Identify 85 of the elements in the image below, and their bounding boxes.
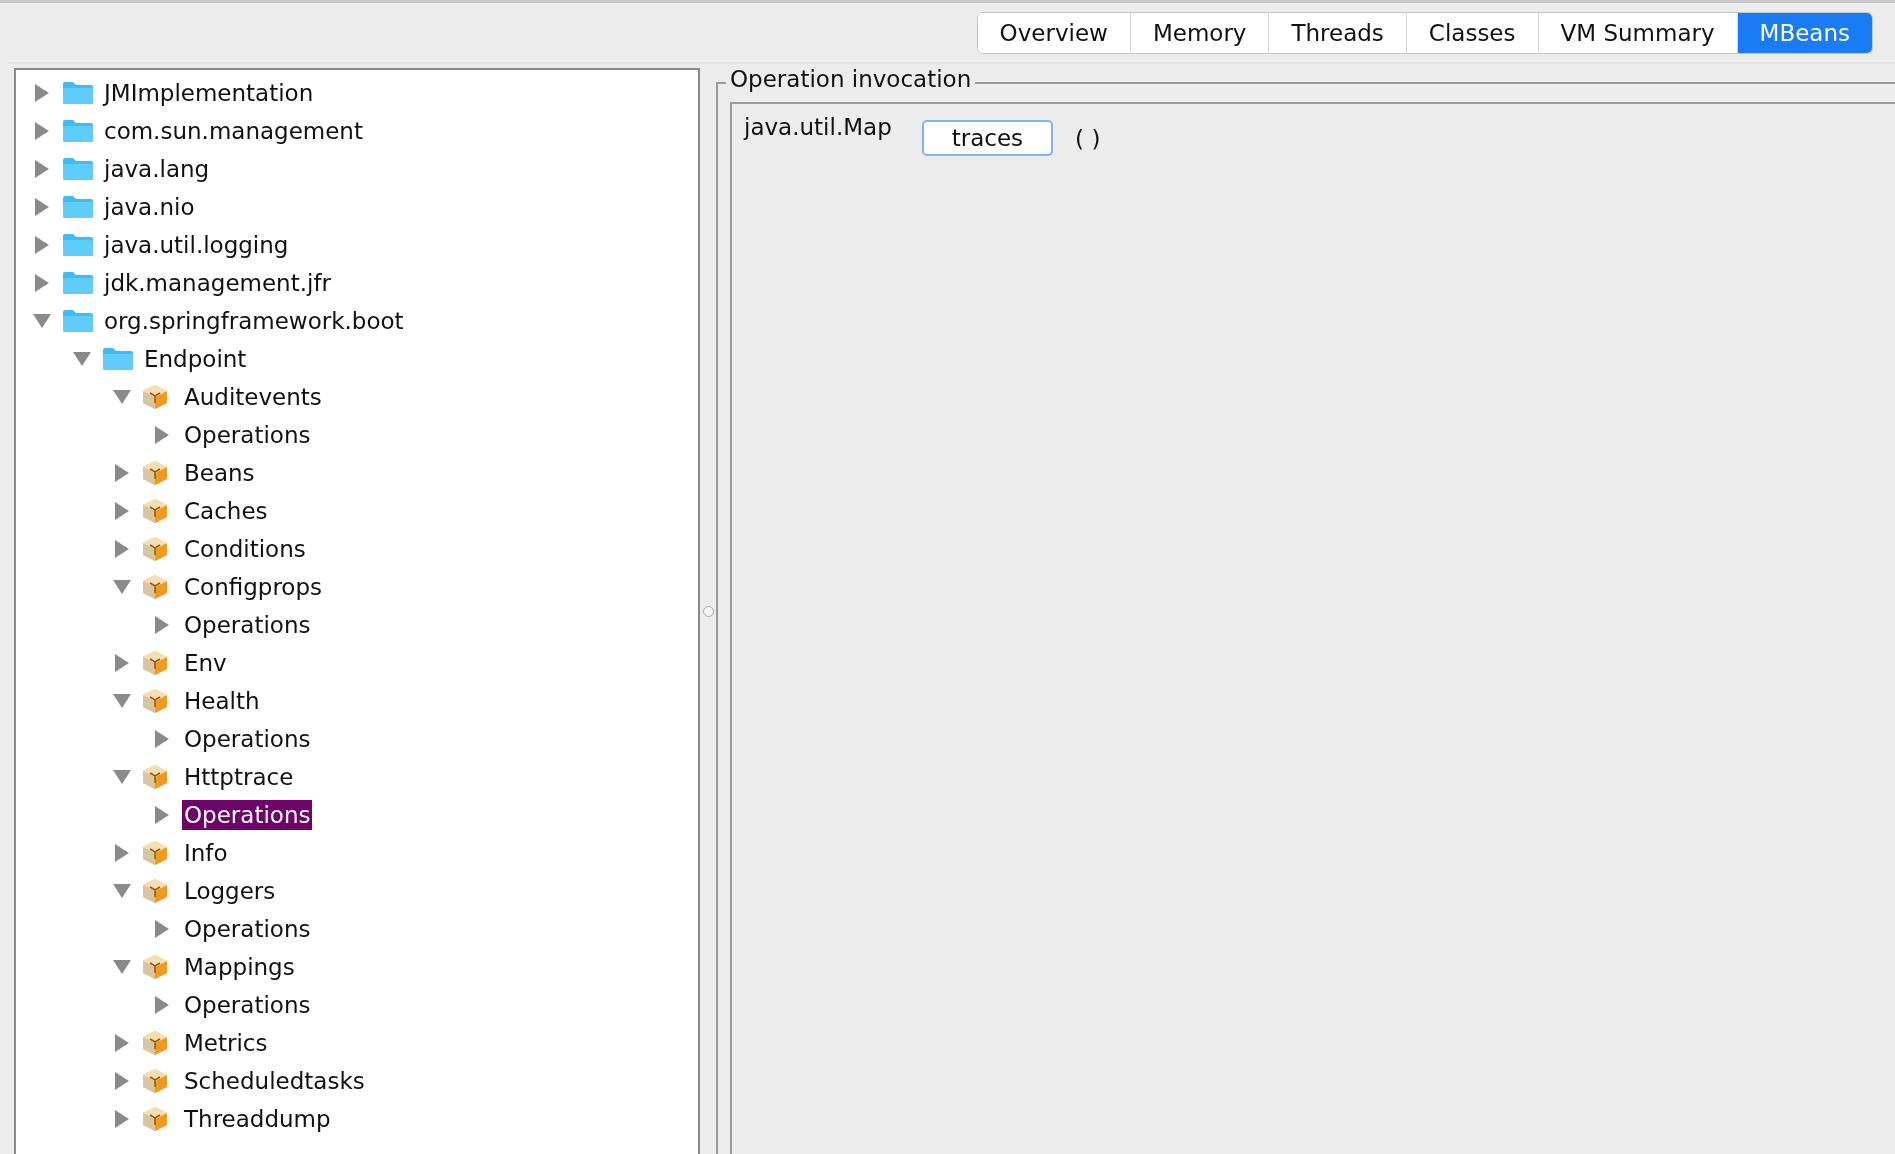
collapse-arrow-icon[interactable]: [112, 389, 132, 405]
tree-item[interactable]: Mappings: [182, 952, 297, 982]
folder-icon: [62, 195, 94, 219]
invoke-button[interactable]: traces: [921, 120, 1054, 156]
tree-item[interactable]: Info: [182, 838, 230, 868]
tree-item[interactable]: Operations: [182, 800, 313, 830]
tree-item[interactable]: Operations: [182, 420, 313, 450]
expand-arrow-icon[interactable]: [114, 463, 130, 483]
tree-item[interactable]: Metrics: [182, 1028, 270, 1058]
expand-arrow-icon[interactable]: [154, 805, 170, 825]
collapse-arrow-icon[interactable]: [112, 883, 132, 899]
collapse-arrow-icon[interactable]: [112, 769, 132, 785]
tree-item[interactable]: com.sun.management: [102, 116, 365, 146]
expand-arrow-icon[interactable]: [114, 501, 130, 521]
tree-item[interactable]: java.util.logging: [102, 230, 291, 260]
tree-item[interactable]: Beans: [182, 458, 257, 488]
folder-icon: [62, 309, 94, 333]
bean-icon: [142, 384, 168, 410]
tree-item[interactable]: Caches: [182, 496, 270, 526]
tree-item[interactable]: Operations: [182, 610, 313, 640]
expand-arrow-icon[interactable]: [114, 1033, 130, 1053]
split-handle-icon[interactable]: [702, 605, 714, 617]
tab[interactable]: MBeans: [1737, 13, 1872, 53]
expand-arrow-icon[interactable]: [114, 843, 130, 863]
tree-item[interactable]: org.springframework.boot: [102, 306, 406, 336]
bean-icon: [142, 498, 168, 524]
tree-item[interactable]: Endpoint: [142, 344, 249, 374]
return-type: java.util.Map: [744, 114, 892, 140]
expand-arrow-icon[interactable]: [114, 653, 130, 673]
expand-arrow-icon[interactable]: [34, 83, 50, 103]
folder-icon: [62, 271, 94, 295]
tree-item[interactable]: jdk.management.jfr: [102, 268, 333, 298]
parameter-list: ( ): [1075, 126, 1101, 152]
expand-arrow-icon[interactable]: [34, 197, 50, 217]
tree-item[interactable]: Scheduledtasks: [182, 1066, 367, 1096]
bean-icon: [142, 650, 168, 676]
bean-icon: [142, 954, 168, 980]
bean-icon: [142, 574, 168, 600]
tree-item[interactable]: java.nio: [102, 192, 197, 222]
bean-icon: [142, 764, 168, 790]
collapse-arrow-icon[interactable]: [32, 313, 52, 329]
bean-icon: [142, 536, 168, 562]
tree-item[interactable]: Auditevents: [182, 382, 324, 412]
expand-arrow-icon[interactable]: [154, 425, 170, 445]
expand-arrow-icon[interactable]: [34, 121, 50, 141]
tree-item[interactable]: Threaddump: [182, 1104, 333, 1134]
folder-icon: [62, 157, 94, 181]
tree-item[interactable]: Conditions: [182, 534, 308, 564]
tree-item[interactable]: Loggers: [182, 876, 278, 906]
expand-arrow-icon[interactable]: [34, 159, 50, 179]
expand-arrow-icon[interactable]: [154, 615, 170, 635]
expand-arrow-icon[interactable]: [34, 235, 50, 255]
tab[interactable]: Overview: [977, 13, 1131, 53]
folder-icon: [62, 119, 94, 143]
tree-item[interactable]: Operations: [182, 724, 313, 754]
tree-item[interactable]: java.lang: [102, 154, 212, 184]
bean-icon: [142, 460, 168, 486]
expand-arrow-icon[interactable]: [114, 539, 130, 559]
section-title: Operation invocation: [726, 66, 976, 92]
expand-arrow-icon[interactable]: [154, 729, 170, 749]
collapse-arrow-icon[interactable]: [112, 959, 132, 975]
bean-icon: [142, 878, 168, 904]
tree-item[interactable]: Env: [182, 648, 229, 678]
tree-item[interactable]: Httptrace: [182, 762, 296, 792]
expand-arrow-icon[interactable]: [154, 995, 170, 1015]
expand-arrow-icon[interactable]: [114, 1071, 130, 1091]
expand-arrow-icon[interactable]: [34, 273, 50, 293]
expand-arrow-icon[interactable]: [114, 1109, 130, 1129]
tree-item[interactable]: Configprops: [182, 572, 324, 602]
folder-icon: [102, 347, 134, 371]
folder-icon: [62, 233, 94, 257]
bean-icon: [142, 1030, 168, 1056]
bean-icon: [142, 688, 168, 714]
bean-icon: [142, 1068, 168, 1094]
collapse-arrow-icon[interactable]: [112, 693, 132, 709]
tree-item[interactable]: Operations: [182, 914, 313, 944]
expand-arrow-icon[interactable]: [154, 919, 170, 939]
collapse-arrow-icon[interactable]: [112, 579, 132, 595]
tree-item[interactable]: Operations: [182, 990, 313, 1020]
tree-item[interactable]: Health: [182, 686, 262, 716]
tree-item[interactable]: JMImplementation: [102, 78, 316, 108]
bean-icon: [142, 1106, 168, 1132]
collapse-arrow-icon[interactable]: [72, 351, 92, 367]
folder-icon: [62, 81, 94, 105]
bean-icon: [142, 840, 168, 866]
